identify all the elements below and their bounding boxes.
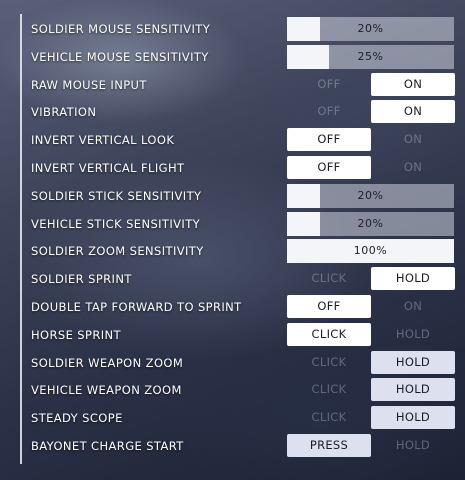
setting-label: HORSE SPRINT bbox=[31, 327, 121, 342]
bayonet-charge-start-option-press[interactable]: PRESS bbox=[287, 433, 371, 457]
setting-label: SOLDIER STICK SENSITIVITY bbox=[31, 188, 202, 203]
invert-vertical-look-option-off[interactable]: OFF bbox=[287, 128, 371, 152]
setting-label: INVERT VERTICAL FLIGHT bbox=[31, 160, 185, 175]
invert-vertical-look-option-on[interactable]: ON bbox=[371, 128, 455, 151]
steady-scope-option-hold[interactable]: HOLD bbox=[371, 406, 455, 430]
setting-row-invert-vertical-look: INVERT VERTICAL LOOK OFF ON bbox=[0, 128, 465, 156]
setting-label: VEHICLE WEAPON ZOOM bbox=[31, 383, 182, 398]
setting-label: DOUBLE TAP FORWARD TO SPRINT bbox=[31, 299, 242, 314]
raw-mouse-input-option-off[interactable]: OFF bbox=[287, 73, 371, 96]
soldier-mouse-sensitivity-slider[interactable]: 20% bbox=[287, 17, 454, 41]
setting-row-bayonet-charge-start: BAYONET CHARGE START PRESS HOLD bbox=[0, 433, 465, 462]
soldier-weapon-zoom-option-click[interactable]: CLICK bbox=[287, 351, 371, 374]
vehicle-stick-sensitivity-slider[interactable]: 20% bbox=[287, 211, 454, 236]
slider-value: 100% bbox=[353, 244, 388, 258]
setting-row-horse-sprint: HORSE SPRINT CLICK HOLD bbox=[0, 322, 465, 351]
soldier-sprint-option-hold[interactable]: HOLD bbox=[371, 267, 455, 291]
setting-row-soldier-stick-sensitivity: SOLDIER STICK SENSITIVITY 20% bbox=[0, 183, 465, 212]
setting-label: RAW MOUSE INPUT bbox=[31, 77, 147, 92]
setting-label: VEHICLE STICK SENSITIVITY bbox=[31, 216, 201, 231]
setting-row-vehicle-stick-sensitivity: VEHICLE STICK SENSITIVITY 20% bbox=[0, 211, 465, 240]
soldier-sprint-option-click[interactable]: CLICK bbox=[287, 267, 371, 290]
setting-row-vehicle-mouse-sensitivity: VEHICLE MOUSE SENSITIVITY 25% bbox=[0, 44, 465, 73]
horse-sprint-option-click[interactable]: CLICK bbox=[287, 322, 371, 346]
setting-row-raw-mouse-input: RAW MOUSE INPUT OFF ON bbox=[0, 72, 465, 101]
setting-row-steady-scope: STEADY SCOPE CLICK HOLD bbox=[0, 406, 465, 434]
vibration-option-off[interactable]: OFF bbox=[287, 100, 371, 123]
setting-label: INVERT VERTICAL LOOK bbox=[31, 133, 175, 148]
slider-value: 25% bbox=[357, 49, 384, 63]
steady-scope-option-click[interactable]: CLICK bbox=[287, 406, 371, 429]
setting-label: SOLDIER SPRINT bbox=[31, 272, 132, 287]
soldier-stick-sensitivity-slider[interactable]: 20% bbox=[287, 183, 454, 208]
invert-vertical-flight-option-off[interactable]: OFF bbox=[287, 155, 371, 179]
slider-value: 20% bbox=[357, 188, 384, 202]
setting-row-vibration: VIBRATION OFF ON bbox=[0, 100, 465, 128]
double-tap-forward-to-sprint-option-on[interactable]: ON bbox=[371, 295, 455, 318]
setting-row-vehicle-weapon-zoom: VEHICLE WEAPON ZOOM CLICK HOLD bbox=[0, 378, 465, 406]
vehicle-weapon-zoom-option-hold[interactable]: HOLD bbox=[371, 378, 455, 402]
setting-row-double-tap-forward-to-sprint: DOUBLE TAP FORWARD TO SPRINT OFF ON bbox=[0, 294, 465, 323]
setting-label: SOLDIER MOUSE SENSITIVITY bbox=[31, 22, 211, 36]
invert-vertical-flight-option-on[interactable]: ON bbox=[371, 156, 455, 179]
setting-label: VEHICLE MOUSE SENSITIVITY bbox=[31, 49, 209, 64]
slider-value: 20% bbox=[357, 22, 384, 35]
raw-mouse-input-option-on[interactable]: ON bbox=[371, 72, 455, 96]
bayonet-charge-start-option-hold[interactable]: HOLD bbox=[371, 434, 455, 457]
setting-row-soldier-mouse-sensitivity: SOLDIER MOUSE SENSITIVITY 20% bbox=[0, 17, 465, 45]
soldier-zoom-sensitivity-slider[interactable]: 100% bbox=[287, 239, 454, 264]
vehicle-mouse-sensitivity-slider[interactable]: 25% bbox=[287, 44, 454, 69]
slider-value: 20% bbox=[357, 216, 384, 230]
setting-label: STEADY SCOPE bbox=[31, 411, 123, 426]
soldier-weapon-zoom-option-hold[interactable]: HOLD bbox=[371, 350, 455, 374]
vehicle-weapon-zoom-option-click[interactable]: CLICK bbox=[287, 378, 371, 401]
horse-sprint-option-hold[interactable]: HOLD bbox=[371, 323, 455, 346]
setting-label: SOLDIER ZOOM SENSITIVITY bbox=[31, 244, 204, 259]
setting-label: BAYONET CHARGE START bbox=[31, 438, 184, 453]
setting-label: SOLDIER WEAPON ZOOM bbox=[31, 355, 184, 370]
setting-label: VIBRATION bbox=[31, 105, 97, 120]
vibration-option-on[interactable]: ON bbox=[371, 100, 455, 124]
setting-row-soldier-zoom-sensitivity: SOLDIER ZOOM SENSITIVITY 100% bbox=[0, 239, 465, 267]
settings-list: SOLDIER MOUSE SENSITIVITY 20% VEHICLE MOUS… bbox=[0, 17, 465, 462]
double-tap-forward-to-sprint-option-off[interactable]: OFF bbox=[287, 294, 371, 318]
setting-row-soldier-weapon-zoom: SOLDIER WEAPON ZOOM CLICK HOLD bbox=[0, 350, 465, 379]
setting-row-soldier-sprint: SOLDIER SPRINT CLICK HOLD bbox=[0, 267, 465, 295]
setting-row-invert-vertical-flight: INVERT VERTICAL FLIGHT OFF ON bbox=[0, 155, 465, 184]
